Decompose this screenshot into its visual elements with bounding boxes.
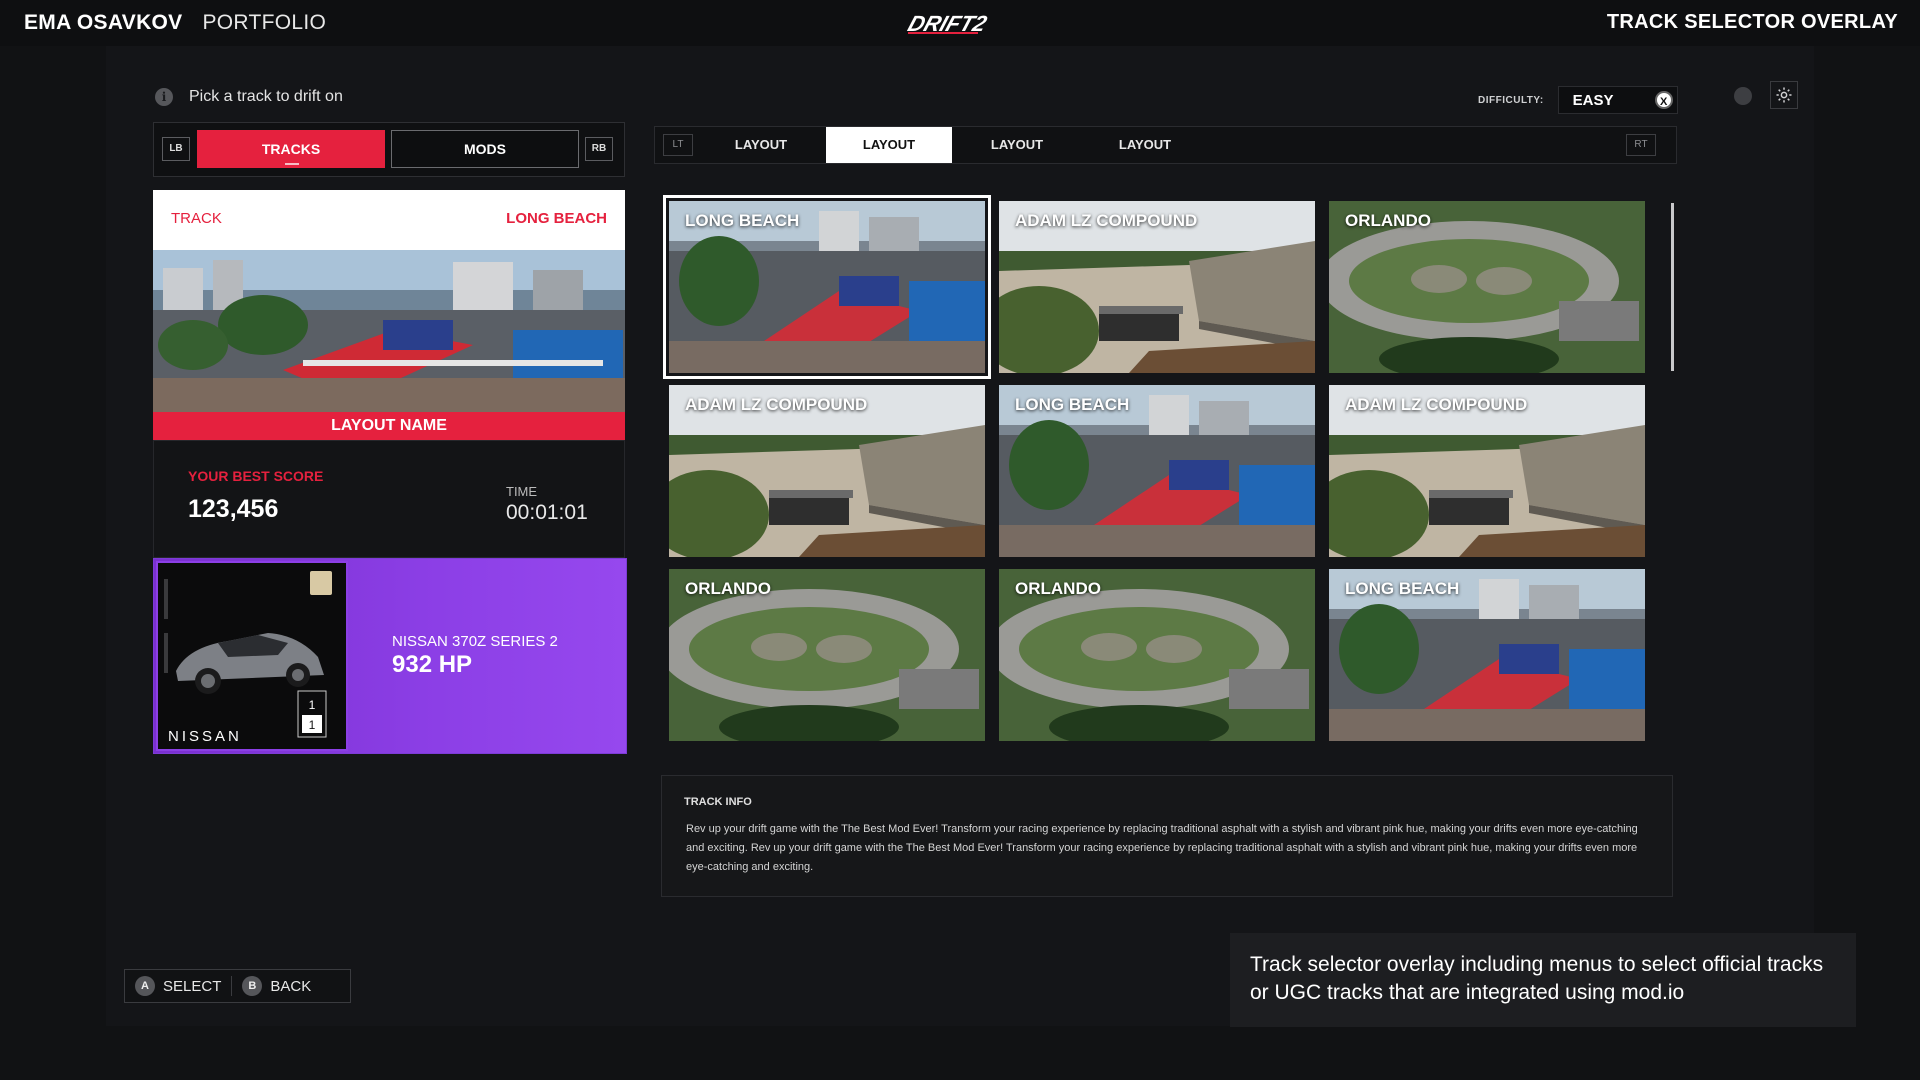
share-icon[interactable] — [1734, 87, 1752, 105]
track-tile[interactable]: ADAM LZ COMPOUND — [999, 201, 1315, 373]
time-label: TIME — [506, 484, 538, 499]
track-tile[interactable]: ADAM LZ COMPOUND — [1329, 385, 1645, 557]
layout-name-bar: LAYOUT NAME — [153, 412, 625, 440]
tab-layout-1[interactable]: LAYOUT — [698, 127, 824, 163]
grid-scrollbar[interactable] — [1671, 203, 1674, 371]
track-tile-label: LONG BEACH — [685, 211, 800, 230]
track-tile-label: LONG BEACH — [1015, 395, 1130, 414]
hint-row: i Pick a track to drift on — [155, 88, 343, 106]
select-label: SELECT — [163, 977, 222, 995]
best-score-label: YOUR BEST SCORE — [188, 468, 324, 484]
track-tile-label: ADAM LZ COMPOUND — [1015, 211, 1198, 230]
category-tabs: LB TRACKS MODS RB — [153, 122, 625, 177]
track-tile[interactable]: ADAM LZ COMPOUND — [669, 385, 985, 557]
track-info-title: TRACK INFO — [684, 796, 752, 808]
tab-mods[interactable]: MODS — [391, 130, 579, 168]
gear-icon — [1776, 87, 1792, 103]
car-card[interactable]: 1 1 NISSAN NISSAN 370Z SERIES 2 932 HP — [153, 558, 627, 754]
tab-layout-2[interactable]: LAYOUT — [826, 127, 952, 163]
settings-button[interactable] — [1770, 81, 1798, 109]
track-tile-label: ORLANDO — [1345, 211, 1431, 230]
track-tile-label: LONG BEACH — [1345, 579, 1460, 598]
lt-trigger-button[interactable]: LT — [663, 134, 693, 156]
portfolio-brand: EMA OSAVKOV PORTFOLIO — [24, 11, 326, 35]
tab-layout-3[interactable]: LAYOUT — [954, 127, 1080, 163]
selected-track-card: TRACK LONG BEACH — [153, 190, 625, 438]
top-bar: EMA OSAVKOV PORTFOLIO DRIFT2 TRACK SELECT… — [0, 0, 1920, 46]
difficulty-value: EASY — [1572, 91, 1614, 109]
track-tile-label: ADAM LZ COMPOUND — [1345, 395, 1528, 414]
svg-text:1: 1 — [309, 698, 316, 712]
back-control[interactable]: B BACK — [231, 976, 321, 996]
rb-bumper-button[interactable]: RB — [585, 137, 613, 161]
hint-text: Pick a track to drift on — [189, 88, 343, 105]
car-model: NISSAN 370Z SERIES 2 — [392, 633, 558, 650]
track-info-text: Rev up your drift game with the The Best… — [686, 823, 1638, 873]
select-control[interactable]: A SELECT — [125, 976, 231, 996]
layout-tabs: LT LAYOUT LAYOUT LAYOUT LAYOUT RT — [654, 126, 1677, 164]
track-tile-label: ORLANDO — [685, 579, 771, 598]
a-button-icon: A — [135, 976, 155, 996]
track-tile[interactable]: LONG BEACH — [663, 195, 991, 379]
active-indicator — [285, 163, 299, 165]
best-score-value: 123,456 — [188, 495, 279, 523]
track-tile-label: ORLANDO — [1015, 579, 1101, 598]
track-tile-label: ADAM LZ COMPOUND — [685, 395, 868, 414]
tab-tracks-label: TRACKS — [261, 141, 321, 157]
tab-tracks[interactable]: TRACKS — [197, 130, 385, 168]
portfolio-label: PORTFOLIO — [202, 11, 327, 34]
overlay-title: TRACK SELECTOR OVERLAY — [1606, 11, 1898, 33]
x-button-icon[interactable]: X — [1654, 91, 1673, 109]
back-label: BACK — [270, 977, 312, 995]
time-value: 00:01:01 — [506, 501, 588, 524]
track-tile[interactable]: ORLANDO — [669, 569, 985, 741]
track-tile[interactable]: ORLANDO — [999, 569, 1315, 741]
b-button-icon: B — [242, 976, 263, 996]
difficulty-dropdown[interactable]: EASY X — [1557, 86, 1678, 114]
drift2-logo: DRIFT2 — [905, 12, 990, 36]
track-info-panel: TRACK INFO Rev up your drift game with t… — [661, 775, 1673, 897]
lb-bumper-button[interactable]: LB — [162, 137, 190, 161]
track-tile[interactable]: LONG BEACH — [1329, 569, 1645, 741]
portfolio-caption: Track selector overlay including menus t… — [1230, 933, 1856, 1027]
tab-layout-4[interactable]: LAYOUT — [1082, 127, 1208, 163]
track-label: TRACK — [171, 210, 222, 227]
svg-text:NISSAN: NISSAN — [168, 728, 242, 745]
controller-hints: A SELECT B BACK — [124, 969, 351, 1003]
svg-text:1: 1 — [309, 718, 316, 732]
car-badge-icon — [310, 571, 332, 595]
difficulty-label: DIFFICULTY: — [1478, 94, 1544, 106]
car-horsepower: 932 HP — [392, 651, 473, 678]
track-preview-image — [153, 250, 625, 412]
difficulty-selector: DIFFICULTY: EASY X — [1478, 86, 1678, 114]
track-tile[interactable]: LONG BEACH — [999, 385, 1315, 557]
track-name: LONG BEACH — [506, 210, 607, 227]
car-image-frame: 1 1 NISSAN — [156, 561, 348, 751]
author-name: EMA OSAVKOV — [24, 11, 183, 34]
info-icon[interactable]: i — [155, 88, 173, 106]
best-score-panel: YOUR BEST SCORE 123,456 TIME 00:01:01 — [153, 440, 625, 558]
track-tile[interactable]: ORLANDO — [1329, 201, 1645, 373]
rt-trigger-button[interactable]: RT — [1626, 134, 1656, 156]
